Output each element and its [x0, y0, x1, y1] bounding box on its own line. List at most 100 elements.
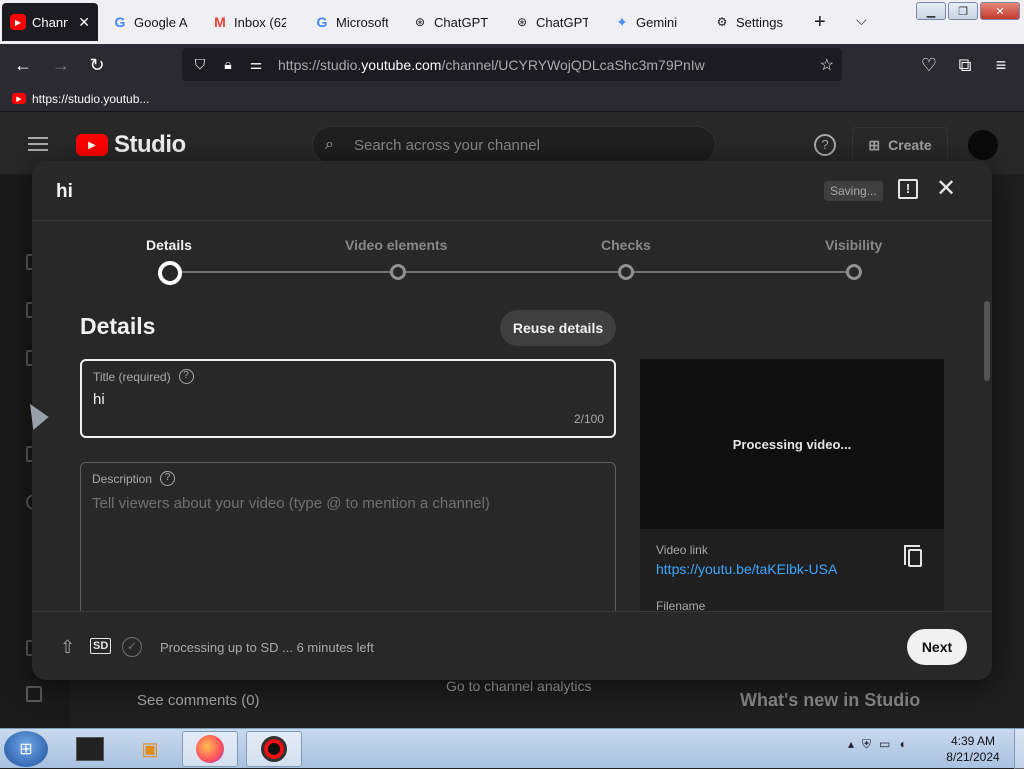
step-video-elements[interactable]: Video elements: [345, 237, 447, 253]
back-arrow-icon[interactable]: ←: [12, 54, 34, 76]
processing-status-text: Processing up to SD ... 6 minutes left: [160, 640, 374, 655]
search-icon: ⌕: [325, 136, 334, 153]
create-label: Create: [888, 137, 932, 153]
tab-google-account[interactable]: G Google Ac: [104, 3, 196, 41]
title-field-label: Title (required) ?: [93, 369, 194, 384]
tab-gemini[interactable]: ✦ Gemini: [606, 3, 698, 41]
channel-analytics-link[interactable]: Go to channel analytics: [446, 678, 592, 694]
network-icon[interactable]: ▭: [879, 737, 890, 752]
see-comments-link[interactable]: See comments (0): [137, 692, 260, 709]
tab-settings[interactable]: ⚙ Settings: [706, 3, 802, 41]
help-icon[interactable]: ?: [814, 134, 836, 156]
report-feedback-icon[interactable]: !: [898, 179, 918, 199]
close-tab-icon[interactable]: ✕: [78, 14, 90, 31]
gmail-icon: M: [214, 14, 226, 30]
avatar[interactable]: [968, 130, 998, 160]
new-tab-plus-icon[interactable]: +: [814, 12, 826, 32]
permissions-icon[interactable]: ⚌: [246, 56, 266, 73]
channel-search-input[interactable]: ⌕ Search across your channel: [312, 126, 716, 164]
checks-status-icon: ✓: [122, 637, 142, 657]
tab-channel[interactable]: ▶ Channel ✕: [2, 3, 98, 41]
title-field[interactable]: Title (required) ? hi 2/100: [80, 359, 616, 438]
chatgpt-icon: ⊛: [414, 15, 426, 29]
upload-icon: ⇧: [60, 637, 76, 657]
studio-logo[interactable]: ▶ Studio: [76, 131, 186, 159]
dialog-header: hi Saving... ! ✕: [32, 161, 992, 221]
step-dot-video-elements[interactable]: [390, 264, 406, 280]
taskbar-app-media[interactable]: ▣: [122, 731, 178, 767]
step-dot-checks[interactable]: [618, 264, 634, 280]
tab-inbox[interactable]: M Inbox (62): [204, 3, 294, 41]
clock-date: 8/21/2024: [946, 750, 1000, 764]
video-link-label: Video link: [656, 543, 708, 557]
bookmark-star-icon[interactable]: ☆: [820, 55, 834, 75]
show-desktop-button[interactable]: [1014, 729, 1024, 769]
maximize-button[interactable]: ❐: [948, 2, 978, 20]
sd-badge-icon: SD: [90, 638, 112, 654]
taskbar-app-recorder[interactable]: [246, 731, 302, 767]
dialog-title: hi: [56, 181, 73, 202]
lock-icon[interactable]: 🔒︎: [218, 56, 238, 73]
url-text[interactable]: https://studio.youtube.com/channel/UCYRY…: [278, 57, 705, 73]
tray-expand-icon[interactable]: ▴: [848, 737, 854, 752]
scrollbar[interactable]: [984, 301, 990, 381]
next-button[interactable]: Next: [907, 629, 967, 665]
tray-app-icon[interactable]: ⛨: [862, 737, 871, 752]
tab-label: Google Ac: [134, 14, 188, 30]
gemini-icon: ✦: [616, 13, 628, 30]
create-video-icon: ⊞: [868, 136, 881, 153]
browser-tab-strip: ▶ Channel ✕ G Google Ac M Inbox (62) G M…: [0, 0, 1024, 44]
reuse-details-button[interactable]: Reuse details: [500, 310, 616, 346]
reload-icon[interactable]: ↻: [86, 54, 108, 76]
record-icon: [261, 736, 287, 762]
shield-icon[interactable]: ⛉: [190, 56, 210, 73]
menu-icon[interactable]: ≡: [990, 54, 1012, 76]
feedback-icon[interactable]: [26, 686, 42, 702]
extensions-icon[interactable]: ⧉: [954, 54, 976, 76]
system-clock[interactable]: 4:39 AM 8/21/2024: [938, 733, 1008, 765]
dialog-footer: ⇧ SD ✓ Processing up to SD ... 6 minutes…: [32, 611, 992, 680]
pocket-icon[interactable]: ♡: [918, 54, 940, 76]
list-tabs-chevron-icon[interactable]: ⌵: [856, 12, 867, 29]
minimize-button[interactable]: ▁: [916, 2, 946, 20]
studio-logo-text: Studio: [114, 131, 186, 158]
copy-icon[interactable]: [904, 545, 922, 567]
step-visibility[interactable]: Visibility: [825, 237, 882, 253]
help-icon[interactable]: ?: [178, 369, 194, 384]
start-button[interactable]: ⊞: [4, 731, 48, 767]
upload-details-dialog: hi Saving... ! ✕ Details Video elements …: [32, 161, 992, 680]
taskbar-app-firefox[interactable]: [182, 731, 238, 767]
terminal-icon: [76, 737, 104, 761]
forward-arrow-icon[interactable]: →: [50, 54, 72, 76]
step-checks[interactable]: Checks: [601, 237, 651, 253]
video-link[interactable]: https://youtu.be/taKElbk-USA: [656, 561, 837, 577]
step-details[interactable]: Details: [146, 237, 192, 253]
title-input[interactable]: hi: [93, 391, 105, 408]
description-label-text: Description: [92, 471, 153, 486]
google-icon: G: [114, 14, 126, 30]
volume-icon[interactable]: ◖: [898, 737, 905, 752]
help-icon[interactable]: ?: [160, 471, 176, 486]
tab-microsoft[interactable]: G Microsoft: [306, 3, 396, 41]
tab-label: Inbox (62): [234, 14, 286, 30]
create-button[interactable]: ⊞ Create: [852, 127, 948, 163]
system-tray: ▴ ⛨ ▭ ◖: [848, 737, 906, 752]
search-placeholder: Search across your channel: [353, 136, 540, 154]
step-dot-visibility[interactable]: [846, 264, 862, 280]
bookmarks-bar: ▶ https://studio.youtub...: [0, 86, 1024, 112]
video-player[interactable]: Processing video...: [640, 359, 944, 529]
url-bar[interactable]: ⛉ 🔒︎ ⚌ https://studio.youtube.com/channe…: [182, 48, 842, 81]
processing-video-text: Processing video...: [732, 436, 852, 452]
taskbar-app-terminal[interactable]: [62, 731, 118, 767]
tab-chatgpt-2[interactable]: ⊛ ChatGPT: [506, 3, 596, 41]
description-field-label: Description ?: [92, 471, 176, 486]
close-window-button[interactable]: ✕: [980, 2, 1020, 20]
section-heading: Details: [80, 313, 156, 339]
close-dialog-icon[interactable]: ✕: [936, 177, 956, 201]
description-input[interactable]: Tell viewers about your video (type @ to…: [92, 495, 490, 512]
hamburger-menu-icon[interactable]: [28, 137, 48, 151]
tab-label: Microsoft: [336, 14, 388, 30]
bookmark-studio[interactable]: https://studio.youtub...: [32, 92, 149, 106]
tab-chatgpt-1[interactable]: ⊛ ChatGPT |: [404, 3, 498, 41]
step-dot-details[interactable]: [158, 261, 182, 285]
